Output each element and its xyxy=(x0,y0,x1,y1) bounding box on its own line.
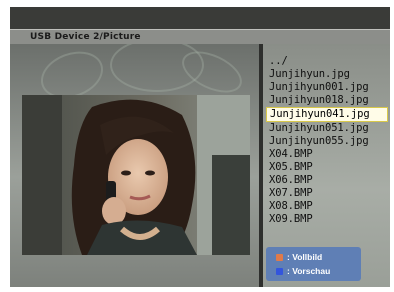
legend-fullscreen-label: : Vollbild xyxy=(287,252,323,262)
button-legend: : Vollbild : Vorschau xyxy=(266,247,361,281)
file-item[interactable]: Junjihyun001.jpg xyxy=(266,81,388,94)
file-item[interactable]: X08.BMP xyxy=(266,200,388,213)
file-item[interactable]: X04.BMP xyxy=(266,148,388,161)
legend-preview-label: : Vorschau xyxy=(287,266,331,276)
tv-screen: USB Device 2/Picture ../ Junjihyun.jpg J… xyxy=(10,7,390,287)
file-item[interactable]: X09.BMP xyxy=(266,213,388,226)
red-button-icon xyxy=(276,253,283,261)
legend-fullscreen: : Vollbild xyxy=(276,250,322,264)
title-bar: USB Device 2/Picture xyxy=(10,29,390,44)
photo-thumbnail-icon xyxy=(22,95,250,255)
file-list[interactable]: ../ Junjihyun.jpg Junjihyun001.jpg Junji… xyxy=(266,55,388,226)
blue-button-icon xyxy=(276,267,283,275)
file-item[interactable]: X05.BMP xyxy=(266,161,388,174)
file-item[interactable]: Junjihyun051.jpg xyxy=(266,122,388,135)
file-item-parent-directory[interactable]: ../ xyxy=(266,55,388,68)
picture-preview xyxy=(22,95,250,255)
file-item[interactable]: Junjihyun018.jpg xyxy=(266,94,388,107)
file-item[interactable]: X06.BMP xyxy=(266,174,388,187)
file-item[interactable]: Junjihyun055.jpg xyxy=(266,135,388,148)
panel-divider xyxy=(259,43,263,287)
folder-path: USB Device 2/Picture xyxy=(30,32,141,42)
legend-preview: : Vorschau xyxy=(276,264,330,278)
file-item[interactable]: Junjihyun.jpg xyxy=(266,68,388,81)
file-item[interactable]: X07.BMP xyxy=(266,187,388,200)
file-item-selected[interactable]: Junjihyun041.jpg xyxy=(266,107,388,122)
